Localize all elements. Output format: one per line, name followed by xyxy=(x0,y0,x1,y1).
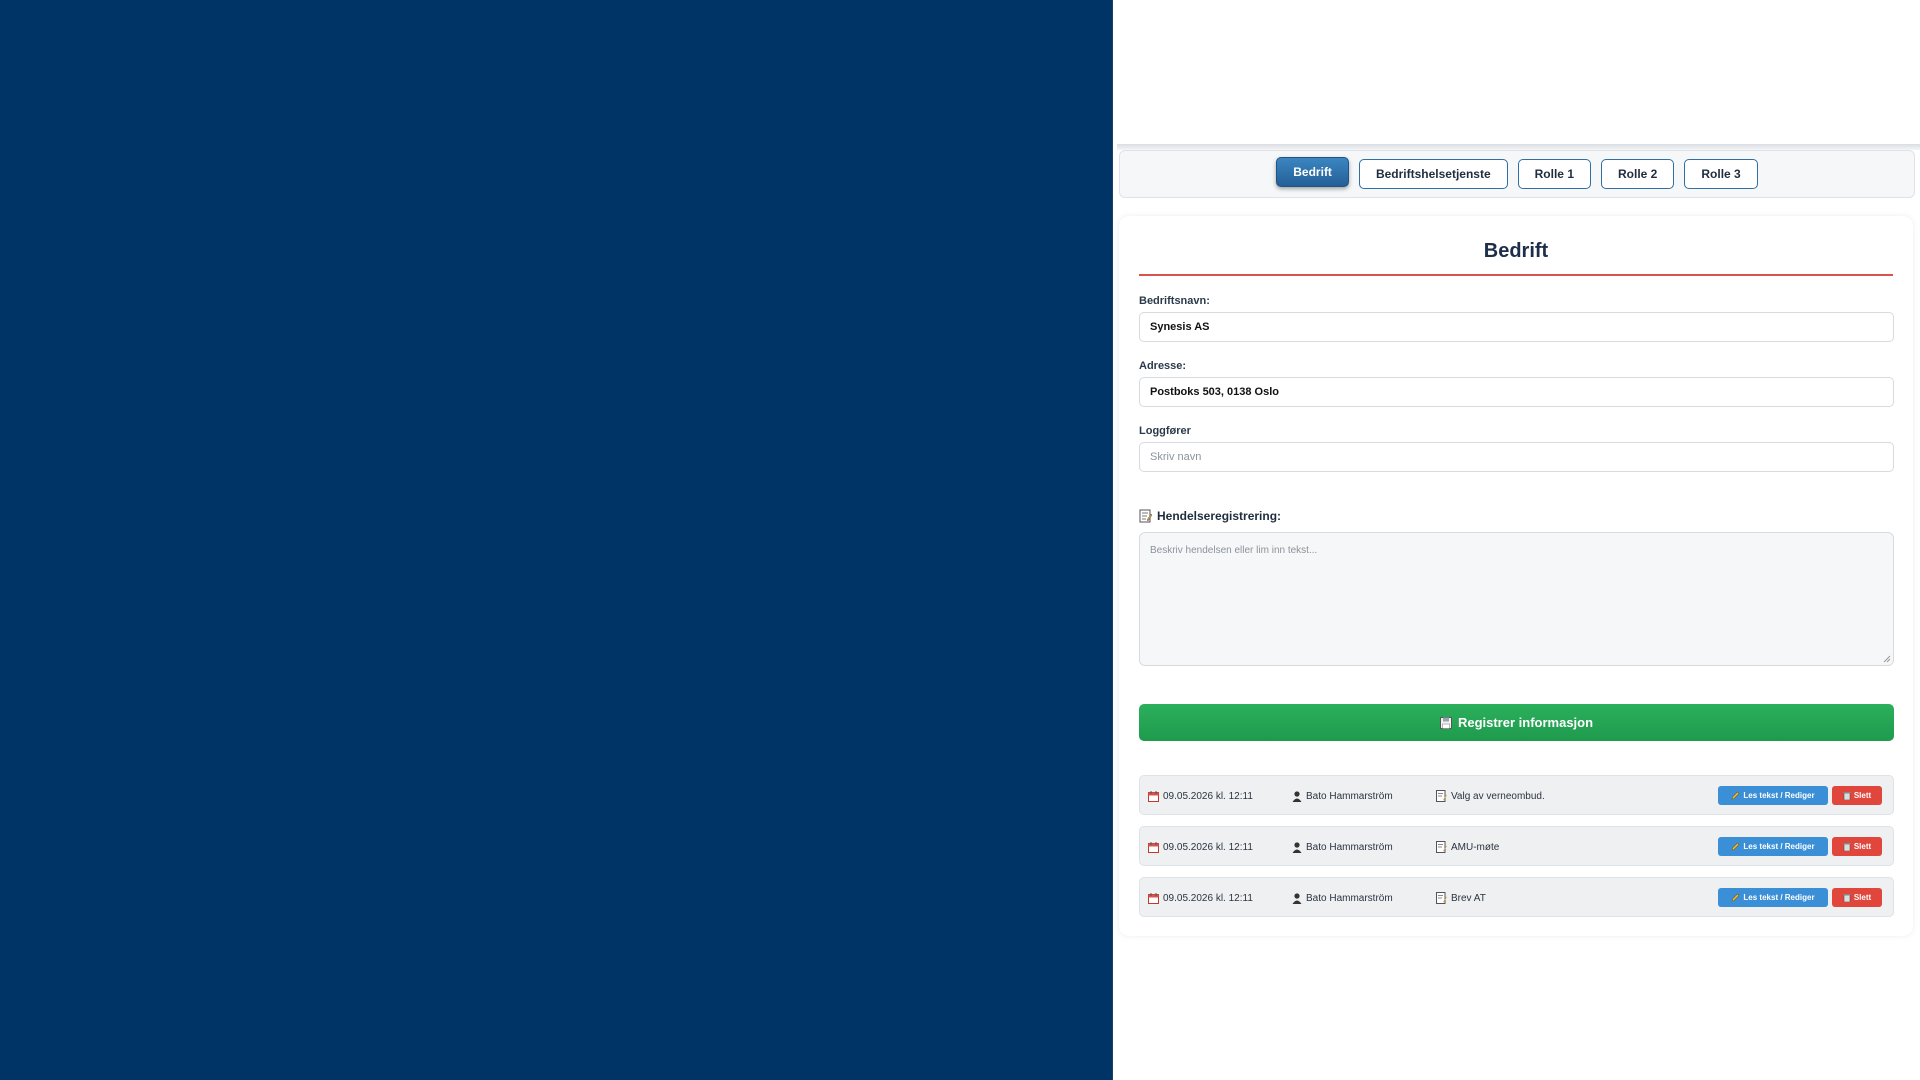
person-icon xyxy=(1292,841,1302,853)
edit-button-label: Les tekst / Rediger xyxy=(1743,893,1815,902)
log-date-text: 09.05.2026 kl. 12:11 xyxy=(1163,841,1253,853)
edit-button-label: Les tekst / Rediger xyxy=(1743,842,1815,851)
delete-button[interactable]: Slett xyxy=(1832,837,1882,856)
left-panel xyxy=(0,0,1113,1080)
log-date: 09.05.2026 kl. 12:11 xyxy=(1148,776,1253,816)
calendar-icon xyxy=(1148,841,1159,853)
memo-icon xyxy=(1436,892,1447,904)
event-section-label: Hendelseregistrering: xyxy=(1139,509,1281,523)
log-date: 09.05.2026 kl. 12:11 xyxy=(1148,827,1253,867)
form-card: Bedrift Bedriftsnavn: Adresse: Loggfører… xyxy=(1119,216,1913,936)
person-icon xyxy=(1292,790,1302,802)
log-user-text: Bato Hammarström xyxy=(1306,892,1393,904)
person-icon xyxy=(1292,892,1302,904)
log-row: 09.05.2026 kl. 12:11 Bato Hammarström AM… xyxy=(1139,826,1894,866)
edit-button[interactable]: Les tekst / Rediger xyxy=(1718,837,1828,856)
delete-button-label: Slett xyxy=(1853,791,1872,800)
log-date-text: 09.05.2026 kl. 12:11 xyxy=(1163,790,1253,802)
tab-bar: Bedrift Bedriftshelsetjenste Rolle 1 Rol… xyxy=(1119,150,1915,198)
pencil-icon xyxy=(1731,791,1740,800)
tab-rolle-1[interactable]: Rolle 1 xyxy=(1517,159,1591,189)
logger-label: Loggfører xyxy=(1139,425,1191,437)
event-textarea[interactable] xyxy=(1139,532,1894,666)
trash-icon xyxy=(1843,893,1851,902)
log-row: 09.05.2026 kl. 12:11 Bato Hammarström Va… xyxy=(1139,775,1894,815)
log-user-text: Bato Hammarström xyxy=(1306,841,1393,853)
log-title-text: Valg av verneombud. xyxy=(1451,790,1545,802)
log-title-text: Brev AT xyxy=(1451,892,1486,904)
floppy-disk-icon xyxy=(1439,716,1452,729)
memo-icon xyxy=(1436,790,1447,802)
delete-button[interactable]: Slett xyxy=(1832,786,1882,805)
register-button[interactable]: Registrer informasjon xyxy=(1139,704,1894,741)
pencil-icon xyxy=(1731,842,1740,851)
logger-input[interactable] xyxy=(1139,442,1894,472)
trash-icon xyxy=(1843,791,1851,800)
delete-button-label: Slett xyxy=(1853,893,1872,902)
log-user-text: Bato Hammarström xyxy=(1306,790,1393,802)
event-section-text: Hendelseregistrering: xyxy=(1157,509,1282,523)
log-date-text: 09.05.2026 kl. 12:11 xyxy=(1163,892,1253,904)
log-user: Bato Hammarström xyxy=(1292,776,1393,816)
log-title: Brev AT xyxy=(1436,878,1486,918)
calendar-icon xyxy=(1148,790,1159,802)
resize-grip-icon[interactable] xyxy=(1882,654,1891,663)
log-user: Bato Hammarström xyxy=(1292,827,1393,867)
edit-button-label: Les tekst / Rediger xyxy=(1743,791,1815,800)
calendar-icon xyxy=(1148,892,1159,904)
log-row: 09.05.2026 kl. 12:11 Bato Hammarström Br… xyxy=(1139,877,1894,917)
log-user: Bato Hammarström xyxy=(1292,878,1393,918)
memo-icon xyxy=(1436,841,1447,853)
memo-icon xyxy=(1139,509,1152,523)
log-title: Valg av verneombud. xyxy=(1436,776,1545,816)
log-title: AMU-møte xyxy=(1436,827,1499,867)
log-date: 09.05.2026 kl. 12:11 xyxy=(1148,878,1253,918)
address-input[interactable] xyxy=(1139,377,1894,407)
right-panel: Bedrift Bedriftshelsetjenste Rolle 1 Rol… xyxy=(1113,0,1920,1080)
tab-rolle-2[interactable]: Rolle 2 xyxy=(1601,159,1675,189)
trash-icon xyxy=(1843,842,1851,851)
company-name-input[interactable] xyxy=(1139,312,1894,342)
register-button-label: Registrer informasjon xyxy=(1457,715,1594,730)
edit-button[interactable]: Les tekst / Rediger xyxy=(1718,786,1828,805)
form-title: Bedrift xyxy=(1139,240,1893,276)
company-name-label: Bedriftsnavn: xyxy=(1139,295,1210,307)
tab-rolle-3[interactable]: Rolle 3 xyxy=(1684,159,1758,189)
edit-button[interactable]: Les tekst / Rediger xyxy=(1718,888,1828,907)
pencil-icon xyxy=(1731,893,1740,902)
delete-button[interactable]: Slett xyxy=(1832,888,1882,907)
address-label: Adresse: xyxy=(1139,360,1187,372)
tab-bedrift[interactable]: Bedrift xyxy=(1276,157,1349,187)
log-title-text: AMU-møte xyxy=(1451,841,1500,853)
tab-bedriftshelsetjenste[interactable]: Bedriftshelsetjenste xyxy=(1358,159,1508,189)
delete-button-label: Slett xyxy=(1853,842,1872,851)
